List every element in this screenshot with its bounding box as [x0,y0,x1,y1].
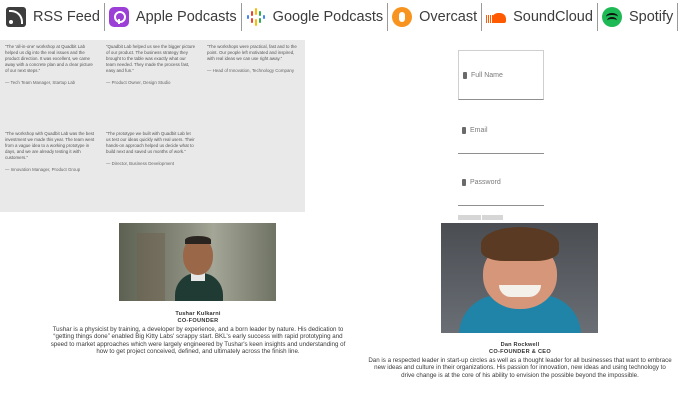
testimonial-quote: “The 'all-in-one' workshop at Quadbit La… [5,44,93,73]
overcast-label: Overcast [419,9,478,25]
testimonial-author: — Product Owner, Design Studio [106,80,171,85]
podcast-links-bar: RSS Feed Apple Podcasts Google Podcasts … [0,0,700,34]
apple-podcasts-link[interactable]: Apple Podcasts [105,0,241,34]
google-podcasts-icon [246,7,266,27]
dan-profile: Dan Rockwell CO-FOUNDER & CEO Dan is a r… [368,342,672,379]
email-field[interactable]: Email [458,108,544,154]
testimonial-author: — Head of Innovation, Technology Company [207,68,295,73]
testimonial-author: — Tech Team Manager, Startup Lab [5,80,76,85]
soundcloud-label: SoundCloud [513,9,593,25]
spotify-label: Spotify [628,9,674,25]
lock-icon [462,179,466,186]
divider [677,3,679,31]
rss-icon [6,7,26,27]
overcast-link[interactable]: Overcast [388,0,481,34]
dan-bio: Dan is a respected leader in start-up ci… [368,357,672,379]
testimonial-card: “The workshops were practical, fast and … [207,44,300,74]
tushar-name: Tushar Kulkarni [175,311,221,317]
email-placeholder: Email [470,127,488,134]
testimonial-quote: “The workshops were practical, fast and … [207,44,297,61]
soundcloud-icon [486,7,507,27]
testimonial-card: “The prototype we built with Quadbit Lab… [106,131,196,167]
testimonial-card: “The 'all-in-one' workshop at Quadbit La… [5,44,97,86]
testimonial-quote: “Quadbit Lab helped us see the bigger pi… [106,44,196,73]
full-name-field[interactable]: Full Name [458,50,544,100]
tushar-role: CO-FOUNDER [177,318,219,324]
google-podcasts-label: Google Podcasts [272,9,384,25]
google-podcasts-link[interactable]: Google Podcasts [242,0,387,34]
dan-name: Dan Rockwell [500,342,540,348]
tushar-photo [119,223,276,301]
testimonial-author: — Innovation Manager, Product Group [5,167,81,172]
tushar-profile: Tushar Kulkarni CO-FOUNDER Tushar is a p… [46,311,350,356]
testimonial-author: — Director, Business Development [106,161,175,166]
dan-photo [441,223,598,333]
rss-feed-link[interactable]: RSS Feed [2,0,104,34]
overcast-icon [392,7,413,27]
spotify-link[interactable]: Spotify [598,0,677,34]
full-name-placeholder: Full Name [471,71,503,79]
rss-feed-label: RSS Feed [33,9,100,25]
submit-button[interactable] [458,215,503,220]
soundcloud-link[interactable]: SoundCloud [482,0,597,34]
apple-podcasts-icon [108,7,129,27]
password-field[interactable]: Password [458,160,544,206]
dan-role: CO-FOUNDER & CEO [489,349,551,355]
user-icon [463,71,467,79]
tushar-bio: Tushar is a physicist by training, a dev… [50,326,346,356]
spotify-icon [601,7,622,27]
testimonial-quote: “The workshop with Quadbit Lab was the b… [5,131,95,160]
password-placeholder: Password [470,179,501,186]
testimonial-quote: “The prototype we built with Quadbit Lab… [106,131,195,154]
testimonials-panel: “The 'all-in-one' workshop at Quadbit La… [0,40,305,212]
apple-podcasts-label: Apple Podcasts [135,9,237,25]
envelope-icon [462,127,466,134]
testimonial-card: “The workshop with Quadbit Lab was the b… [5,131,97,173]
testimonial-card: “Quadbit Lab helped us see the bigger pi… [106,44,196,86]
